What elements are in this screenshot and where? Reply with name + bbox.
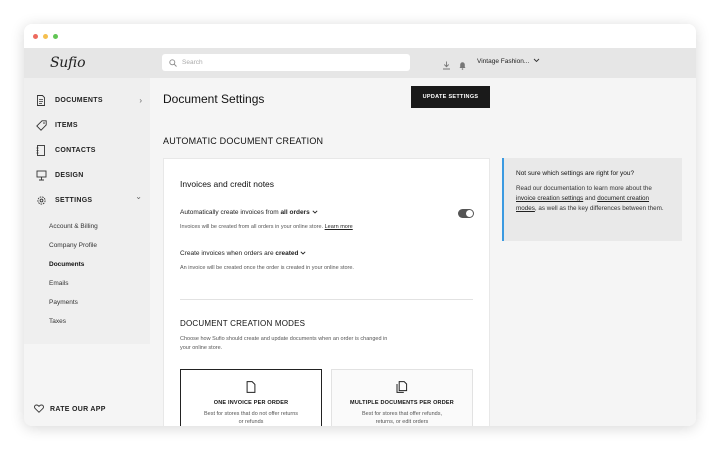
settings-subnav: Account & Billing Company Profile Docume… [24,213,150,335]
topbar: Vintage Fashion... [150,48,696,78]
chevron-down-icon [533,58,540,65]
settings-card: Invoices and credit notes Automatically … [163,158,490,426]
sidebar-item-label: DESIGN [55,172,84,179]
help-text-part: Read our documentation to learn more abo… [516,185,652,192]
sidebar-subitem-documents[interactable]: Documents [24,255,150,274]
address-book-icon [34,144,48,158]
single-document-icon [246,380,256,398]
chevron-right-icon: › [139,96,142,105]
sidebar-item-documents[interactable]: DOCUMENTS › [24,88,150,113]
sidebar-item-label: ITEMS [55,122,78,129]
sidebar-item-design[interactable]: DESIGN [24,163,150,188]
search-box[interactable] [162,54,410,71]
auto-create-toggle[interactable] [458,209,474,218]
tag-icon [34,119,48,133]
modes-description: Choose how Sufio should create and updat… [180,336,388,351]
chevron-down-icon [311,209,318,216]
maximize-window-button[interactable] [53,33,58,39]
mode-title: MULTIPLE DOCUMENTS PER ORDER [350,400,454,406]
help-text-part: , as well as the key differences between… [534,205,664,212]
setting-label: Create invoices when orders are [180,250,274,257]
update-settings-button[interactable]: UPDATE SETTINGS [411,86,490,108]
invoice-source-dropdown[interactable]: all orders [280,209,318,216]
modes-title: DOCUMENT CREATION MODES [180,319,306,328]
sidebar-item-label: CONTACTS [55,147,96,154]
learn-more-link[interactable]: Learn more [325,224,353,230]
help-text: Read our documentation to learn more abo… [516,184,670,214]
section-title: AUTOMATIC DOCUMENT CREATION [163,136,324,146]
search-input[interactable] [182,59,392,66]
logo[interactable]: Sufio [24,48,150,78]
easel-icon [34,169,48,183]
chevron-down-icon: ⌄ [135,192,142,201]
invoice-trigger-setting: Create invoices when orders are created [180,250,306,257]
store-selector[interactable]: Vintage Fashion... [477,58,540,65]
mode-description: Best for stores that offer refunds, retu… [362,411,442,425]
mode-title: ONE INVOICE PER ORDER [213,400,289,406]
download-icon[interactable] [442,57,452,70]
divider [180,299,473,300]
sidebar: Sufio DOCUMENTS › ITEMS CONTACTS DESIGN … [24,48,150,426]
dropdown-value: all orders [280,209,310,216]
mode-one-invoice-per-order[interactable]: ONE INVOICE PER ORDER Best for stores th… [180,369,322,426]
sidebar-subitem-company-profile[interactable]: Company Profile [24,236,150,255]
logo-text: Sufio [50,55,86,71]
sidebar-subitem-payments[interactable]: Payments [24,293,150,312]
invoice-creation-settings-link[interactable]: invoice creation settings [516,195,583,202]
search-icon [169,54,177,72]
sidebar-subitem-taxes[interactable]: Taxes [24,312,150,331]
multiple-documents-icon [396,380,408,398]
mode-description: Best for stores that do not offer return… [203,411,299,425]
sidebar-item-label: SETTINGS [55,197,93,204]
minimize-window-button[interactable] [43,33,48,39]
invoice-trigger-description: An invoice will be created once the orde… [180,265,354,271]
invoice-source-setting: Automatically create invoices from all o… [180,209,318,216]
sidebar-nav: DOCUMENTS › ITEMS CONTACTS DESIGN SETTIN… [24,78,150,335]
store-name: Vintage Fashion... [477,58,530,65]
help-panel: Not sure which settings are right for yo… [502,158,682,241]
app-body: Sufio DOCUMENTS › ITEMS CONTACTS DESIGN … [24,48,696,426]
sidebar-item-items[interactable]: ITEMS [24,113,150,138]
app-window: Sufio DOCUMENTS › ITEMS CONTACTS DESIGN … [24,24,696,426]
description-text: Invoices will be created from all orders… [180,224,324,230]
main-content: Document Settings UPDATE SETTINGS AUTOMA… [150,78,696,426]
sidebar-subitem-emails[interactable]: Emails [24,274,150,293]
sidebar-item-label: DOCUMENTS [55,97,103,104]
heart-icon [34,400,44,418]
sidebar-subitem-account-billing[interactable]: Account & Billing [24,217,150,236]
invoice-source-description: Invoices will be created from all orders… [180,223,390,232]
help-title: Not sure which settings are right for yo… [516,170,635,177]
invoice-trigger-dropdown[interactable]: created [275,250,306,257]
setting-label: Automatically create invoices from [180,209,279,216]
rate-app-label: RATE OUR APP [50,405,106,413]
bell-icon[interactable] [458,57,468,70]
close-window-button[interactable] [33,33,38,39]
mode-multiple-documents-per-order[interactable]: MULTIPLE DOCUMENTS PER ORDER Best for st… [331,369,473,426]
document-icon [34,94,48,108]
card-title: Invoices and credit notes [180,179,275,189]
sidebar-item-contacts[interactable]: CONTACTS [24,138,150,163]
sidebar-item-settings[interactable]: SETTINGS ⌄ [24,188,150,213]
gear-icon [34,194,48,208]
chevron-down-icon [300,250,306,257]
sidebar-footer: RATE OUR APP [24,344,150,426]
dropdown-value: created [275,250,299,257]
window-chrome [24,24,696,48]
page-title: Document Settings [163,92,265,106]
rate-app-link[interactable]: RATE OUR APP [34,400,106,418]
help-text-part: and [584,195,596,202]
